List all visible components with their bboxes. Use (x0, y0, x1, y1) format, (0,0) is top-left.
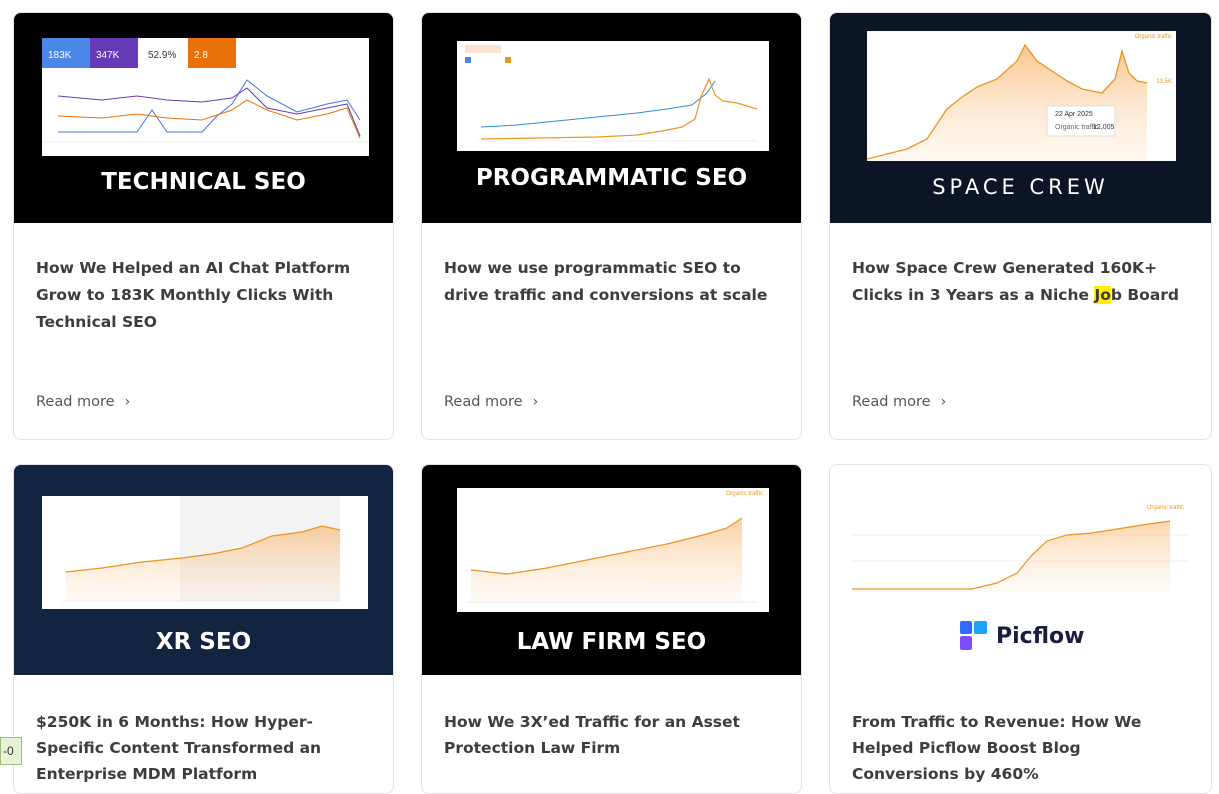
card-title[interactable]: How We Helped an AI Chat Platform Grow t… (36, 255, 371, 336)
picflow-logo: Picflow (960, 621, 1084, 651)
case-study-card-picflow[interactable]: Organic traffic Picflow From Traffic to … (829, 464, 1212, 794)
picflow-logo-icon (960, 621, 987, 650)
chart-label: Organic traffic (725, 491, 763, 497)
card-title-end: b Board (1110, 286, 1180, 304)
search-highlight: Jo (1094, 286, 1111, 304)
banner-title: PROGRAMMATIC SEO (475, 165, 748, 191)
chevron-right-icon: › (532, 394, 539, 410)
case-study-card-space-crew[interactable]: Organic traffic 13.5K 22 Apr 2025 Organi… (829, 12, 1212, 440)
chart-label: Organic traffic (1146, 505, 1184, 511)
read-more-link[interactable]: Read more › (36, 394, 130, 410)
banner-title: SPACE CREW (932, 175, 1109, 199)
card-banner: XR SEO (14, 465, 393, 675)
read-more-label: Read more (444, 394, 523, 410)
banner-title: XR SEO (155, 629, 252, 655)
card-banner: Organic traffic Picflow (830, 465, 1211, 675)
stat-ctr: 52.9% (148, 50, 177, 61)
stat-clicks: 183K (48, 50, 72, 61)
card-banner: Organic traffic LAW FIRM SEO (422, 465, 801, 675)
read-more-link[interactable]: Read more › (444, 394, 538, 410)
card-title[interactable]: How we use programmatic SEO to drive tra… (444, 255, 779, 309)
case-study-card-technical-seo[interactable]: 183K 347K 52.9% 2.8 TECHNICAL SEO How We… (13, 12, 394, 440)
card-banner: 183K 347K 52.9% 2.8 TECHNICAL SEO (14, 13, 393, 223)
card-title[interactable]: How We 3X’ed Traffic for an Asset Protec… (444, 709, 779, 761)
card-title[interactable]: From Traffic to Revenue: How We Helped P… (852, 709, 1189, 787)
analytics-screenshot: 183K 347K 52.9% 2.8 (42, 38, 369, 156)
read-more-label: Read more (852, 394, 931, 410)
chart-label: Organic traffic (1134, 34, 1172, 40)
card-title[interactable]: $250K in 6 Months: How Hyper-Specific Co… (36, 709, 371, 787)
analytics-screenshot (457, 41, 769, 151)
side-tab[interactable]: -0 (0, 737, 22, 765)
case-study-card-law-firm-seo[interactable]: Organic traffic LAW FIRM SEO How We 3X’e… (421, 464, 802, 794)
stat-impressions: 347K (96, 50, 120, 61)
chevron-right-icon: › (124, 394, 131, 410)
picflow-logo-text: Picflow (996, 623, 1085, 649)
chevron-right-icon: › (940, 394, 947, 410)
case-study-card-xr-seo[interactable]: XR SEO $250K in 6 Months: How Hyper-Spec… (13, 464, 394, 794)
card-banner: PROGRAMMATIC SEO (422, 13, 801, 223)
card-banner: Organic traffic 13.5K 22 Apr 2025 Organi… (830, 13, 1211, 223)
traffic-chart-screenshot: Organic traffic (852, 505, 1188, 599)
read-more-link[interactable]: Read more › (852, 394, 946, 410)
tooltip-value: 12,005 (1093, 124, 1115, 131)
case-study-card-programmatic-seo[interactable]: PROGRAMMATIC SEO How we use programmatic… (421, 12, 802, 440)
stat-position: 2.8 (194, 50, 208, 61)
axis-value: 13.5K (1156, 79, 1172, 85)
banner-title: LAW FIRM SEO (516, 629, 707, 655)
read-more-label: Read more (36, 394, 115, 410)
traffic-chart-screenshot (42, 496, 368, 609)
tooltip-date: 22 Apr 2025 (1055, 111, 1093, 118)
banner-title: TECHNICAL SEO (101, 169, 306, 195)
traffic-chart-screenshot: Organic traffic 13.5K 22 Apr 2025 Organi… (867, 31, 1176, 161)
card-title[interactable]: How Space Crew Generated 160K+ Clicks in… (852, 255, 1189, 309)
tooltip-label: Organic traffic (1055, 124, 1099, 131)
traffic-chart-screenshot: Organic traffic (457, 488, 769, 612)
